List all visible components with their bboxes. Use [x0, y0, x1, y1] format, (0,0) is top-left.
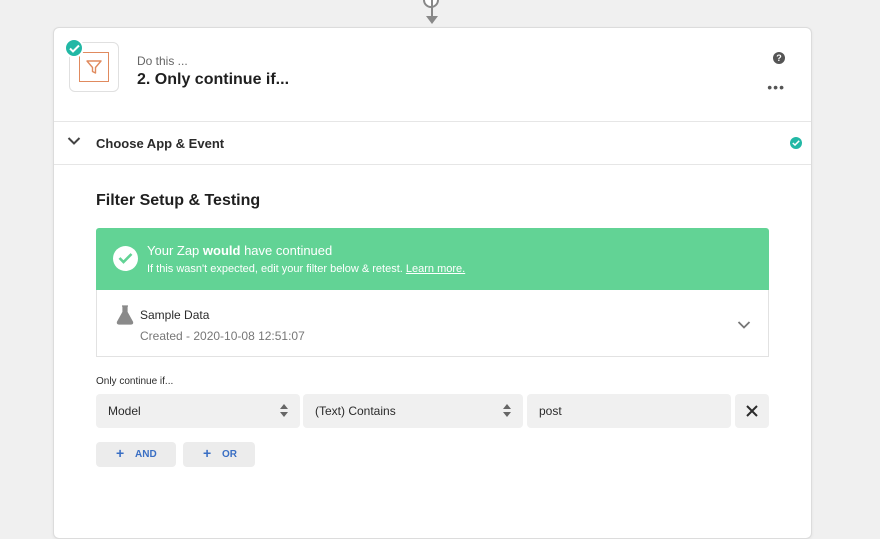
- sort-arrows-icon: [503, 404, 511, 417]
- step-kicker: Do this ...: [137, 54, 188, 68]
- condition-label: Only continue if...: [96, 376, 174, 387]
- learn-more-link[interactable]: Learn more.: [406, 263, 465, 275]
- operator-select[interactable]: (Text) Contains: [303, 394, 523, 428]
- success-check-icon: [113, 246, 138, 271]
- flask-icon: [116, 305, 134, 325]
- section-label: Choose App & Event: [96, 136, 225, 151]
- chevron-down-icon[interactable]: [737, 320, 751, 330]
- filter-setup-title: Filter Setup & Testing: [96, 192, 261, 209]
- step-complete-check-icon: [64, 38, 84, 58]
- step-title[interactable]: 2. Only continue if...: [137, 71, 289, 89]
- remove-condition-button[interactable]: [735, 394, 769, 428]
- chevron-down-icon[interactable]: [67, 136, 81, 146]
- value-input-text: post: [539, 404, 562, 418]
- add-or-condition-button[interactable]: + OR: [183, 442, 255, 467]
- step-header[interactable]: Do this ... 2. Only continue if... ? •••: [54, 28, 811, 122]
- operator-select-value: (Text) Contains: [315, 404, 396, 418]
- help-icon[interactable]: ?: [773, 52, 785, 64]
- plus-icon: +: [116, 445, 125, 461]
- banner-subtext: If this wasn't expected, edit your filte…: [147, 263, 466, 275]
- or-label: OR: [222, 449, 237, 460]
- filter-icon: [86, 60, 102, 74]
- add-and-condition-button[interactable]: + AND: [96, 442, 176, 467]
- sample-data-panel[interactable]: Sample Data Created - 2020-10-08 12:51:0…: [96, 290, 769, 357]
- and-label: AND: [135, 449, 157, 460]
- close-icon: [746, 405, 758, 417]
- plus-icon: +: [203, 445, 212, 461]
- step-card: Do this ... 2. Only continue if... ? •••…: [53, 27, 812, 539]
- choose-app-event-section[interactable]: Choose App & Event: [54, 122, 811, 165]
- field-select[interactable]: Model: [96, 394, 300, 428]
- banner-headline: Your Zap would have continued: [147, 243, 333, 258]
- more-options-icon[interactable]: •••: [767, 80, 785, 94]
- connector-arrow-icon: [426, 16, 438, 24]
- section-complete-check-icon: [790, 137, 802, 149]
- value-input[interactable]: post: [527, 394, 731, 428]
- field-select-value: Model: [108, 404, 141, 418]
- sample-data-created: Created - 2020-10-08 12:51:07: [140, 329, 305, 343]
- success-banner: Your Zap would have continued If this wa…: [96, 228, 769, 290]
- sort-arrows-icon: [280, 404, 288, 417]
- sample-data-title: Sample Data: [140, 308, 210, 322]
